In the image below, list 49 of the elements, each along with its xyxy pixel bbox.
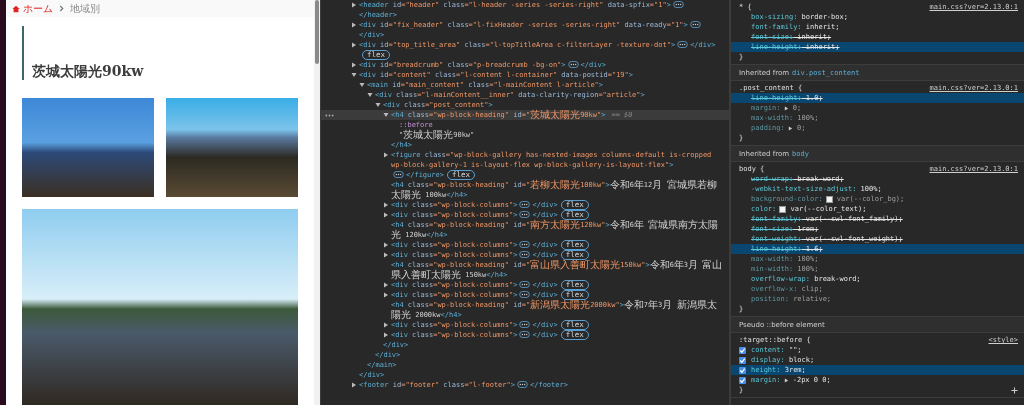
collapsed-arrow-icon[interactable] — [351, 2, 357, 8]
expanded-arrow-icon[interactable] — [375, 102, 381, 108]
breadcrumb-link[interactable]: ホーム — [23, 1, 53, 16]
checkbox[interactable] — [739, 346, 746, 354]
ellipsis-icon[interactable] — [519, 211, 531, 218]
ellipsis-icon[interactable] — [519, 241, 531, 248]
collapsed-arrow-icon[interactable] — [383, 332, 389, 338]
more-options-icon[interactable] — [325, 114, 334, 117]
collapsed-arrow-icon[interactable] — [351, 22, 357, 28]
collapsed-arrow-icon[interactable] — [351, 62, 357, 68]
add-icon[interactable] — [1011, 386, 1018, 394]
expanded-arrow-icon[interactable] — [367, 92, 373, 98]
ellipsis-icon[interactable] — [519, 291, 531, 298]
article-heading: 茨城太陽光90kw — [32, 61, 144, 80]
ellipsis-icon[interactable] — [567, 61, 579, 68]
expand-arrow-icon[interactable] — [783, 105, 789, 111]
collapsed-arrow-icon[interactable] — [383, 252, 389, 258]
collapsed-arrow-icon[interactable] — [383, 322, 389, 328]
collapsed-arrow-icon[interactable] — [383, 282, 389, 288]
checkbox[interactable] — [739, 366, 746, 374]
checkbox[interactable] — [739, 356, 746, 364]
ellipsis-icon[interactable] — [393, 171, 404, 178]
ellipsis-icon[interactable] — [689, 21, 701, 28]
collapsed-arrow-icon[interactable] — [383, 242, 389, 248]
expanded-arrow-icon[interactable] — [351, 72, 357, 78]
ellipsis-icon[interactable] — [517, 381, 528, 388]
expanded-arrow-icon[interactable] — [383, 112, 389, 118]
ellipsis-icon[interactable] — [519, 321, 531, 328]
collapsed-arrow-icon[interactable] — [383, 292, 389, 298]
collapsed-arrow-icon[interactable] — [351, 42, 357, 48]
chevron-right-icon — [59, 5, 64, 12]
color-swatch[interactable] — [825, 195, 833, 203]
collapsed-arrow-icon[interactable] — [351, 382, 357, 388]
ellipsis-icon[interactable] — [519, 281, 531, 288]
expand-arrow-icon[interactable] — [783, 377, 789, 383]
scrollbar-thumb[interactable] — [315, 0, 319, 64]
collapsed-arrow-icon[interactable] — [383, 202, 389, 208]
home-icon — [12, 4, 20, 13]
ellipsis-icon[interactable] — [677, 41, 689, 48]
ellipsis-icon[interactable] — [519, 251, 531, 258]
collapsed-arrow-icon[interactable] — [383, 152, 389, 158]
expanded-arrow-icon[interactable] — [359, 82, 365, 88]
expand-arrow-icon[interactable] — [787, 125, 793, 131]
color-swatch[interactable] — [779, 205, 787, 213]
ellipsis-icon[interactable] — [672, 1, 684, 8]
checkbox[interactable] — [739, 376, 746, 384]
ellipsis-icon[interactable] — [519, 201, 531, 208]
ellipsis-icon[interactable] — [519, 331, 531, 338]
collapsed-arrow-icon[interactable] — [383, 212, 389, 218]
